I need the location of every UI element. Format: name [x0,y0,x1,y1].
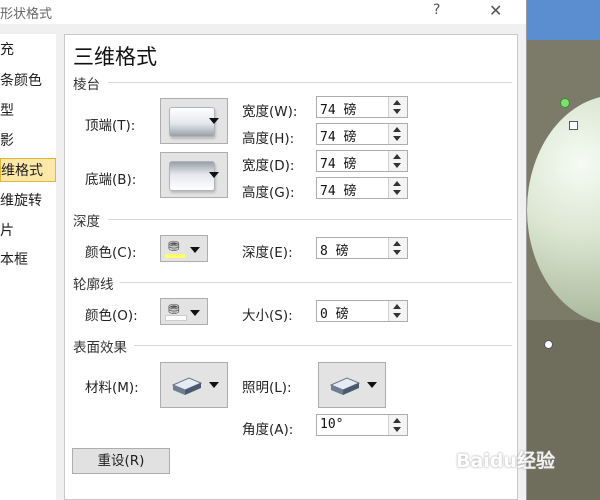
sidebar-item-picture[interactable]: 片 [0,219,56,243]
spinner-value: 74 磅 [320,157,357,172]
slide-canvas[interactable] [527,0,600,500]
chevron-down-icon [190,310,200,316]
section-contour: 轮廓线 [73,277,114,293]
top-width-label: 宽度(W): [242,104,298,120]
divider [108,82,512,83]
chevron-down-icon [367,382,377,388]
spinner-value: 74 磅 [320,130,357,145]
top-height-spinner[interactable]: 74 磅 [316,123,408,145]
spinner-value: 0 磅 [320,307,349,322]
paint-bucket-icon: ⛃ [168,239,180,255]
section-bevel: 棱台 [73,77,100,93]
resize-handle[interactable] [544,340,553,349]
sidebar-item-shadow[interactable]: 影 [0,129,56,153]
category-sidebar: 充 条颜色 型 影 维格式 维旋转 片 本框 [0,34,56,500]
close-icon[interactable]: ✕ [489,1,502,20]
section-surface: 表面效果 [73,340,127,356]
depth-color-picker[interactable]: ⛃ [160,235,208,262]
lighting-dropdown[interactable] [318,362,386,408]
depth-spinner[interactable]: 8 磅 [316,237,408,259]
color-swatch [165,315,187,321]
bevel-bottom-label: 底端(B): [85,172,137,188]
spinner-value: 74 磅 [320,184,357,199]
chevron-down-icon [209,172,219,178]
format-shape-dialog: 形状格式 ? ✕ 充 条颜色 型 影 维格式 维旋转 片 本框 三维格式 棱台 … [0,0,527,500]
depth-label: 深度(E): [242,245,293,261]
contour-color-label: 颜色(O): [85,308,138,324]
material-label: 材料(M): [85,380,139,396]
panel-title: 三维格式 [73,45,157,69]
section-depth: 深度 [73,214,100,230]
angle-spinner[interactable]: 10° [316,414,408,436]
material-icon [171,377,203,395]
spinner-arrows-icon[interactable] [388,301,407,321]
reset-button[interactable]: 重设(R) [72,448,170,474]
spinner-arrows-icon[interactable] [388,178,407,198]
bottom-height-spinner[interactable]: 74 磅 [316,177,408,199]
chevron-down-icon [209,382,219,388]
spinner-arrows-icon[interactable] [388,151,407,171]
spinner-value: 8 磅 [320,244,349,259]
watermark-text: Baidu经验 [456,450,555,472]
bevel-top-dropdown[interactable] [160,98,228,144]
spinner-arrows-icon[interactable] [388,124,407,144]
resize-handle[interactable] [569,121,578,130]
color-swatch [165,254,185,258]
spinner-arrows-icon[interactable] [388,97,407,117]
angle-label: 角度(A): [242,422,294,438]
spinner-arrows-icon[interactable] [388,238,407,258]
material-dropdown[interactable] [160,362,228,408]
dialog-title: 形状格式 [0,7,53,22]
contour-size-spinner[interactable]: 0 磅 [316,300,408,322]
bevel-bottom-dropdown[interactable] [160,152,228,198]
top-height-label: 高度(H): [242,131,295,147]
sidebar-item-text-box[interactable]: 本框 [0,248,56,272]
contour-size-label: 大小(S): [242,308,293,324]
title-bar: 形状格式 ? ✕ [0,0,526,24]
depth-color-label: 颜色(C): [85,245,137,261]
divider [120,282,512,283]
ribbon-strip [527,0,600,40]
help-icon[interactable]: ? [433,2,440,18]
divider [134,345,512,346]
bottom-width-label: 宽度(D): [242,158,295,174]
bottom-height-label: 高度(G): [242,185,295,201]
sidebar-item-fill[interactable]: 充 [0,38,56,62]
contour-color-picker[interactable]: ⛃ [160,298,208,325]
chevron-down-icon [190,247,200,253]
rotation-handle[interactable] [560,98,570,108]
spinner-arrows-icon[interactable] [388,415,407,435]
spinner-value: 10° [320,417,344,432]
bottom-width-spinner[interactable]: 74 磅 [316,150,408,172]
divider [108,219,512,220]
sidebar-item-line-color[interactable]: 条颜色 [0,69,56,93]
lighting-icon [329,377,361,395]
chevron-down-icon [209,118,219,124]
sidebar-item-3d-rotation[interactable]: 维旋转 [0,189,56,213]
spinner-value: 74 磅 [320,103,357,118]
sidebar-item-line-style[interactable]: 型 [0,99,56,123]
lighting-label: 照明(L): [242,380,292,396]
sidebar-item-3d-format[interactable]: 维格式 [0,158,56,182]
top-width-spinner[interactable]: 74 磅 [316,96,408,118]
bevel-top-label: 顶端(T): [85,118,136,134]
